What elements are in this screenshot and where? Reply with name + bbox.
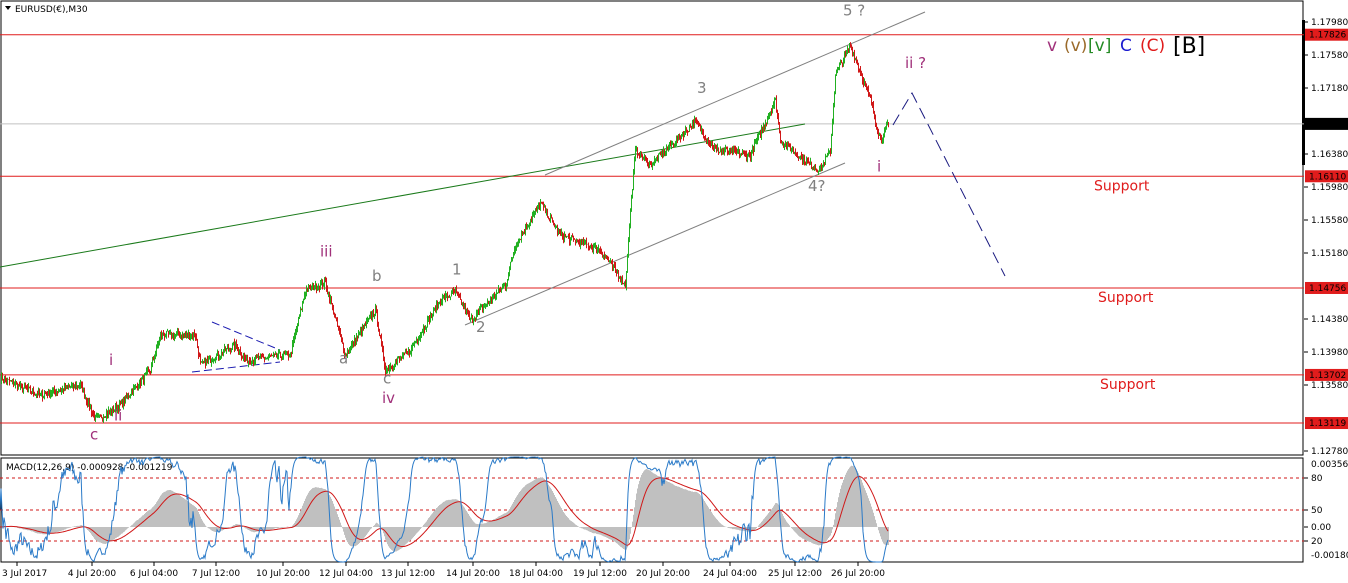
legend-item: (v) [1064, 36, 1087, 56]
macd-scale-bottom: -0.001802 [1311, 551, 1348, 561]
y-tick-label: 1.15180 [1311, 249, 1348, 259]
triangle-upper-line[interactable] [211, 321, 281, 351]
wave-label: 2 [476, 318, 486, 336]
x-tick-label: 10 Jul 20:00 [256, 569, 310, 579]
level-price-label: 1.13702 [1309, 371, 1346, 381]
legend-item: [B] [1173, 34, 1205, 59]
x-tick-label: 24 Jul 04:00 [703, 569, 757, 579]
wave-label: c [90, 425, 98, 443]
y-tick-label: 1.14380 [1311, 315, 1348, 325]
x-tick-label: 26 Jul 20:00 [831, 569, 885, 579]
wave-label: b [372, 267, 382, 285]
wave-label: iii [320, 242, 333, 260]
x-tick-label: 20 Jul 20:00 [636, 569, 690, 579]
y-tick-label: 1.17180 [1311, 84, 1348, 94]
y-tick-label: 1.16380 [1311, 150, 1348, 160]
level-price-label: 1.17826 [1309, 31, 1346, 41]
macd-level-label: 80 [1311, 474, 1323, 484]
wave-legend: v (v) [v] C (C) [B] [1047, 34, 1205, 59]
y-tick-label: 1.15580 [1311, 216, 1348, 226]
symbol-label: EURUSD(€),M30 [15, 5, 88, 15]
support-label: Support [1094, 178, 1150, 194]
projection-path[interactable] [892, 91, 1006, 277]
y-tick-label: 1.12780 [1311, 447, 1348, 457]
current-price-label: 1.16745 [1309, 120, 1346, 130]
macd-level-label: 50 [1311, 506, 1323, 516]
level-price-label: 1.16110 [1309, 172, 1346, 182]
level-price-label: 1.13119 [1309, 419, 1346, 429]
x-tick-label: 12 Jul 04:00 [319, 569, 373, 579]
y-tick-label: 1.13580 [1311, 381, 1348, 391]
legend-item: [v] [1088, 36, 1111, 56]
trendline[interactable] [0, 123, 806, 268]
x-tick-label: 14 Jul 20:00 [446, 569, 500, 579]
wave-label: 4? [808, 177, 826, 195]
x-tick-label: 25 Jul 12:00 [768, 569, 822, 579]
level-price-label: 1.14756 [1309, 284, 1346, 294]
x-tick-label: 4 Jul 20:00 [68, 569, 117, 579]
chart-canvas[interactable]: EURUSD(€),M30 1.17980 1.17580 1.17180 1.1638… [0, 0, 1348, 583]
wave-label: 3 [697, 79, 707, 97]
wave-label: 1 [452, 260, 462, 278]
legend-item: v [1047, 36, 1057, 56]
wave-label: 5 ? [843, 1, 865, 19]
scale-scrollbar[interactable] [1302, 20, 1305, 165]
wave-label: ii ? [905, 54, 926, 72]
wave-label: i [109, 351, 113, 369]
candles [1, 42, 889, 423]
legend-item: (C) [1140, 36, 1165, 56]
support-label: Support [1098, 290, 1154, 306]
x-tick-label: 3 Jul 2017 [2, 569, 47, 579]
wave-label: a [339, 350, 348, 368]
channel-lower-line[interactable] [464, 162, 846, 326]
wave-label: iv [382, 389, 395, 407]
wave-label: i [877, 157, 881, 175]
chart-window: EURUSD(€),M30 1.17980 1.17580 1.17180 1.1638… [0, 0, 1348, 583]
x-tick-label: 7 Jul 12:00 [192, 569, 241, 579]
macd-scale-top: 0.003568 [1311, 460, 1348, 470]
wave-label: ii [114, 406, 122, 424]
x-tick-label: 18 Jul 04:00 [509, 569, 563, 579]
y-tick-label: 1.15980 [1311, 183, 1348, 193]
y-tick-label: 1.17580 [1311, 51, 1348, 61]
x-tick-label: 19 Jul 12:00 [573, 569, 627, 579]
y-tick-label: 1.13980 [1311, 348, 1348, 358]
macd-level-label: 0.00 [1311, 523, 1331, 533]
y-tick-label: 1.17980 [1311, 18, 1348, 28]
macd-level-label: 20 [1311, 537, 1323, 547]
wave-label: c [383, 369, 391, 387]
x-tick-label: 13 Jul 12:00 [381, 569, 435, 579]
macd-label: MACD(12,26,9) -0.000928 -0.001219 [6, 463, 173, 473]
support-label: Support [1100, 377, 1156, 393]
x-tick-label: 6 Jul 04:00 [130, 569, 179, 579]
dropdown-triangle-icon[interactable] [5, 6, 11, 10]
legend-item: C [1120, 36, 1132, 56]
